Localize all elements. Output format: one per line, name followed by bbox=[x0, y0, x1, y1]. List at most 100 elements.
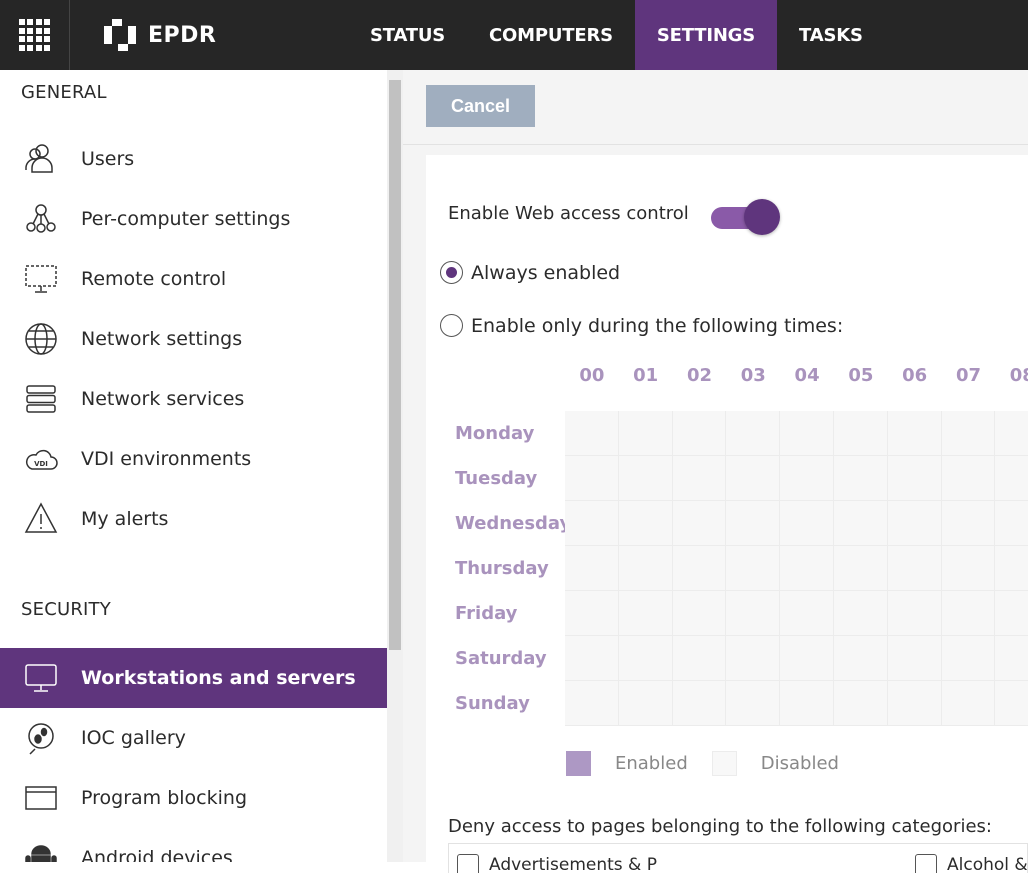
hour-label: 02 bbox=[686, 365, 713, 386]
sidebar-item-per-computer-settings[interactable]: Per-computer settings bbox=[0, 189, 387, 249]
schedule-option[interactable]: Enable only during the following times: bbox=[440, 314, 843, 337]
schedule-cell[interactable] bbox=[618, 636, 673, 681]
main-nav: STATUS COMPUTERS SETTINGS TASKS bbox=[348, 0, 885, 70]
sidebar-item-program-blocking[interactable]: Program blocking bbox=[0, 768, 387, 828]
schedule-cell[interactable] bbox=[941, 411, 996, 456]
schedule-cell[interactable] bbox=[887, 546, 942, 591]
schedule-cell[interactable] bbox=[887, 591, 942, 636]
schedule-cell[interactable] bbox=[726, 456, 781, 501]
schedule-days: Monday Tuesday Wednesday Thursday Friday… bbox=[455, 411, 571, 726]
schedule-cell[interactable] bbox=[672, 636, 727, 681]
schedule-cell[interactable] bbox=[780, 546, 834, 591]
schedule-cell[interactable] bbox=[833, 546, 888, 591]
sidebar-item-users[interactable]: Users bbox=[0, 129, 387, 189]
sidebar-item-ioc-gallery[interactable]: IOC gallery bbox=[0, 708, 387, 768]
tab-status[interactable]: STATUS bbox=[348, 0, 467, 70]
schedule-cell[interactable] bbox=[618, 546, 673, 591]
schedule-cell[interactable] bbox=[887, 681, 942, 726]
schedule-cell[interactable] bbox=[672, 591, 727, 636]
sidebar-item-remote-control[interactable]: Remote control bbox=[0, 249, 387, 309]
schedule-cell[interactable] bbox=[672, 546, 727, 591]
category-checkbox[interactable] bbox=[457, 854, 479, 873]
brand[interactable]: EPDR bbox=[70, 0, 348, 70]
schedule-cell[interactable] bbox=[780, 456, 834, 501]
sidebar-item-android-devices[interactable]: Android devices bbox=[0, 828, 387, 862]
tab-computers[interactable]: COMPUTERS bbox=[467, 0, 635, 70]
schedule-cell[interactable] bbox=[672, 501, 727, 546]
schedule-cell[interactable] bbox=[941, 636, 996, 681]
schedule-cell[interactable] bbox=[618, 591, 673, 636]
schedule-cell[interactable] bbox=[995, 456, 1028, 501]
sidebar-item-my-alerts[interactable]: My alerts bbox=[0, 489, 387, 549]
apps-menu-button[interactable] bbox=[0, 0, 70, 70]
category-checkbox[interactable] bbox=[915, 854, 937, 873]
schedule-cell[interactable] bbox=[780, 501, 834, 546]
schedule-cell[interactable] bbox=[995, 546, 1028, 591]
schedule-cell[interactable] bbox=[672, 411, 727, 456]
schedule-cell[interactable] bbox=[726, 411, 781, 456]
schedule-cell[interactable] bbox=[995, 681, 1028, 726]
schedule-cell[interactable] bbox=[941, 546, 996, 591]
svg-text:VDI: VDI bbox=[34, 460, 48, 468]
sidebar-scrollbar[interactable] bbox=[387, 70, 403, 862]
schedule-cell[interactable] bbox=[780, 681, 834, 726]
day-label: Monday bbox=[455, 423, 535, 444]
cancel-button[interactable]: Cancel bbox=[426, 85, 535, 127]
schedule-cell[interactable] bbox=[618, 456, 673, 501]
sidebar: GENERAL Users Per-computer settings Remo… bbox=[0, 70, 387, 862]
schedule-cell[interactable] bbox=[941, 681, 996, 726]
sidebar-item-network-services[interactable]: Network services bbox=[0, 369, 387, 429]
schedule-cell[interactable] bbox=[565, 681, 619, 726]
schedule-cell[interactable] bbox=[618, 501, 673, 546]
sidebar-item-workstations-and-servers[interactable]: Workstations and servers bbox=[0, 648, 387, 708]
schedule-cell[interactable] bbox=[726, 546, 781, 591]
schedule-cell[interactable] bbox=[780, 411, 834, 456]
tab-settings[interactable]: SETTINGS bbox=[634, 0, 778, 70]
schedule-cell[interactable] bbox=[995, 636, 1028, 681]
schedule-cell[interactable] bbox=[833, 591, 888, 636]
sidebar-item-vdi-environments[interactable]: VDI VDI environments bbox=[0, 429, 387, 489]
category-item[interactable]: Advertisements & P bbox=[457, 854, 657, 873]
schedule-cell[interactable] bbox=[726, 591, 781, 636]
enable-web-access-toggle[interactable] bbox=[711, 199, 781, 235]
schedule-cell[interactable] bbox=[726, 501, 781, 546]
schedule-cell[interactable] bbox=[887, 501, 942, 546]
schedule-cell[interactable] bbox=[941, 591, 996, 636]
schedule-cell[interactable] bbox=[887, 411, 942, 456]
schedule-cell[interactable] bbox=[565, 636, 619, 681]
schedule-cell[interactable] bbox=[565, 501, 619, 546]
sidebar-item-network-settings[interactable]: Network settings bbox=[0, 309, 387, 369]
schedule-cell[interactable] bbox=[726, 636, 781, 681]
schedule-radio[interactable] bbox=[440, 314, 463, 337]
schedule-cell[interactable] bbox=[726, 681, 781, 726]
schedule-cell[interactable] bbox=[887, 636, 942, 681]
always-enabled-option[interactable]: Always enabled bbox=[440, 261, 620, 284]
always-enabled-radio[interactable] bbox=[440, 261, 463, 284]
schedule-cell[interactable] bbox=[887, 456, 942, 501]
schedule-cell[interactable] bbox=[565, 591, 619, 636]
schedule-cell[interactable] bbox=[833, 681, 888, 726]
schedule-cell[interactable] bbox=[618, 681, 673, 726]
sidebar-scrollbar-thumb[interactable] bbox=[389, 80, 401, 650]
day-label: Wednesday bbox=[455, 513, 572, 534]
schedule-grid[interactable] bbox=[565, 411, 1028, 726]
schedule-cell[interactable] bbox=[672, 681, 727, 726]
schedule-cell[interactable] bbox=[780, 636, 834, 681]
category-item[interactable]: Alcohol & bbox=[915, 854, 1027, 873]
schedule-cell[interactable] bbox=[672, 456, 727, 501]
schedule-cell[interactable] bbox=[833, 636, 888, 681]
schedule-cell[interactable] bbox=[995, 411, 1028, 456]
schedule-cell[interactable] bbox=[995, 591, 1028, 636]
schedule-cell[interactable] bbox=[995, 501, 1028, 546]
schedule-cell[interactable] bbox=[941, 456, 996, 501]
schedule-cell[interactable] bbox=[833, 456, 888, 501]
tab-tasks[interactable]: TASKS bbox=[777, 0, 885, 70]
schedule-cell[interactable] bbox=[833, 411, 888, 456]
schedule-cell[interactable] bbox=[565, 411, 619, 456]
schedule-cell[interactable] bbox=[565, 456, 619, 501]
schedule-cell[interactable] bbox=[941, 501, 996, 546]
schedule-cell[interactable] bbox=[833, 501, 888, 546]
schedule-cell[interactable] bbox=[618, 411, 673, 456]
schedule-cell[interactable] bbox=[565, 546, 619, 591]
schedule-cell[interactable] bbox=[780, 591, 834, 636]
